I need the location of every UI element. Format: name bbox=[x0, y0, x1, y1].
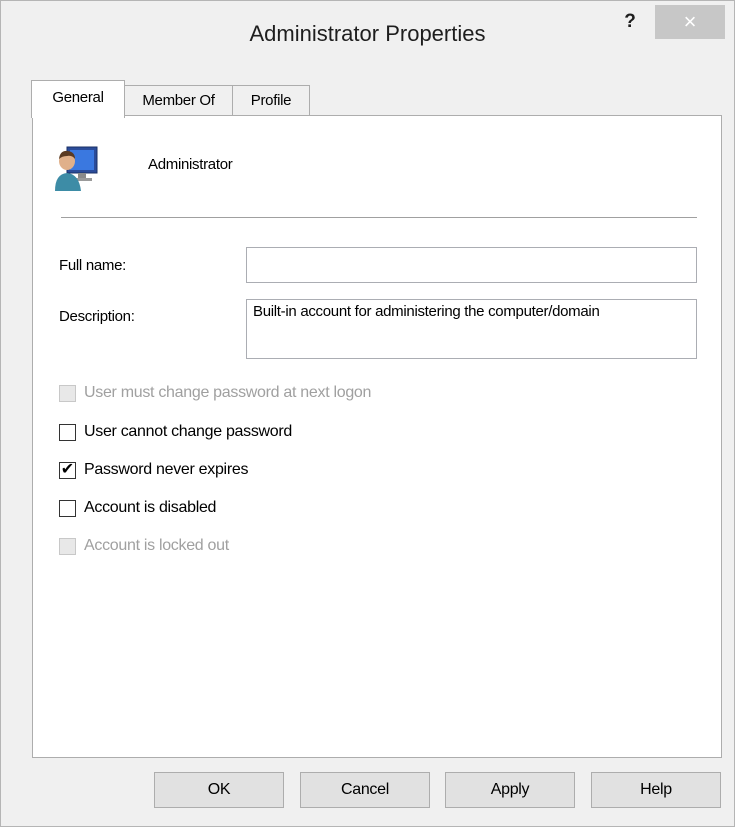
account-locked-out-checkbox[interactable] bbox=[59, 537, 76, 555]
general-tab-panel: Administrator Full name: Description: Bu… bbox=[32, 115, 722, 758]
separator-line bbox=[61, 217, 697, 218]
close-button[interactable]: × bbox=[655, 5, 725, 39]
properties-dialog: Administrator Properties ? × General Mem… bbox=[0, 0, 735, 827]
ok-button[interactable]: OK bbox=[154, 772, 284, 808]
description-field[interactable]: Built-in account for administering the c… bbox=[246, 299, 697, 359]
user-name-label: Administrator bbox=[148, 156, 233, 173]
help-button[interactable]: Help bbox=[591, 772, 721, 808]
tab-general[interactable]: General bbox=[31, 80, 125, 118]
must-change-password-label: User must change password at next logon bbox=[84, 384, 372, 401]
password-never-expires-label: Password never expires bbox=[84, 461, 249, 478]
tab-profile[interactable]: Profile bbox=[232, 85, 310, 116]
cannot-change-password-checkbox[interactable] bbox=[59, 423, 76, 441]
close-icon: × bbox=[683, 9, 697, 34]
password-never-expires-checkbox[interactable]: ✔ bbox=[59, 460, 76, 479]
account-disabled-checkbox[interactable] bbox=[59, 499, 76, 517]
description-label: Description: bbox=[59, 308, 135, 325]
account-locked-out-label: Account is locked out bbox=[84, 537, 229, 554]
checkbox-row-account-locked-out: Account is locked out bbox=[59, 535, 229, 557]
full-name-field[interactable] bbox=[246, 247, 697, 283]
cancel-button[interactable]: Cancel bbox=[300, 772, 430, 808]
must-change-password-checkbox[interactable] bbox=[59, 384, 76, 402]
cannot-change-password-label: User cannot change password bbox=[84, 423, 293, 440]
user-computer-icon bbox=[55, 146, 98, 191]
checkbox-row-account-disabled: Account is disabled bbox=[59, 497, 216, 519]
checkbox-row-must-change-password: User must change password at next logon bbox=[59, 382, 371, 404]
apply-button[interactable]: Apply bbox=[445, 772, 575, 808]
title-bar[interactable]: Administrator Properties ? × bbox=[1, 1, 734, 79]
checkbox-row-cannot-change-password: User cannot change password bbox=[59, 421, 292, 443]
checkbox-row-password-never-expires: ✔ Password never expires bbox=[59, 459, 248, 481]
help-title-button[interactable]: ? bbox=[611, 5, 649, 39]
account-disabled-label: Account is disabled bbox=[84, 499, 217, 516]
checkmark-icon: ✔ bbox=[60, 460, 75, 478]
tab-member-of[interactable]: Member Of bbox=[123, 85, 234, 116]
full-name-label: Full name: bbox=[59, 257, 127, 274]
